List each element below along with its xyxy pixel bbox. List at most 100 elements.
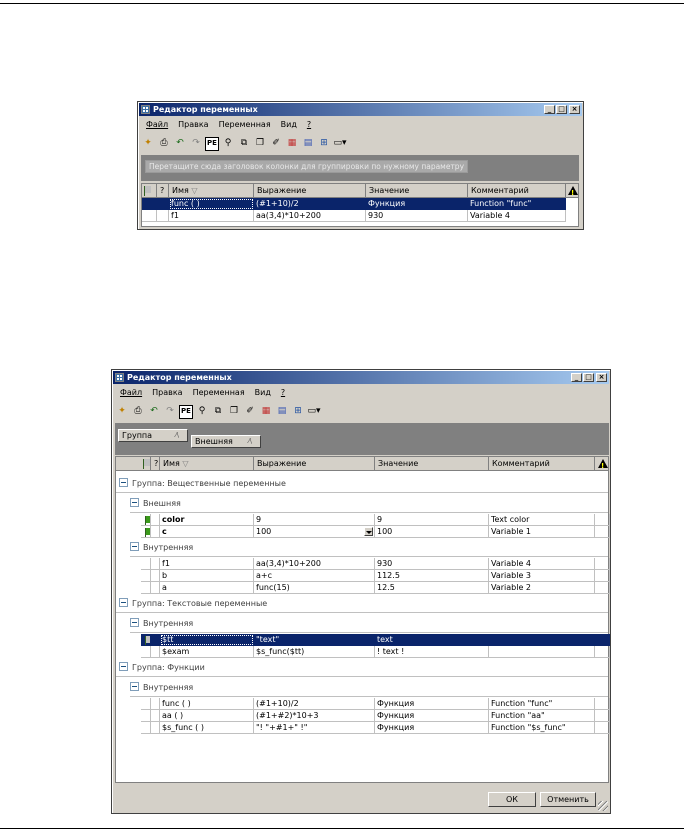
cell-name[interactable]: f1 xyxy=(160,558,254,570)
minimize-button[interactable]: _ xyxy=(571,373,582,382)
cell-flag[interactable] xyxy=(141,514,151,526)
cell-value[interactable]: 930 xyxy=(366,210,468,222)
cell-help[interactable] xyxy=(151,698,160,710)
grid-icon[interactable]: ▦ xyxy=(285,137,299,151)
cell-flag[interactable] xyxy=(141,646,151,658)
table-row[interactable]: f1 aa(3,4)*10+200 930 Variable 4 xyxy=(142,210,578,222)
cell-value[interactable]: ! text ! xyxy=(375,646,489,658)
subgroup-header[interactable]: Внешняя xyxy=(130,497,181,511)
column-header-comment[interactable]: Комментарий xyxy=(468,184,566,197)
cell-name[interactable]: f1 xyxy=(169,210,254,222)
flag-column-header[interactable] xyxy=(142,184,157,197)
tree-icon[interactable]: ▤ xyxy=(301,137,315,151)
properties-icon[interactable]: ✐ xyxy=(269,137,283,151)
undo-icon[interactable]: ↶ xyxy=(173,137,187,151)
column-header-comment[interactable]: Комментарий xyxy=(489,457,595,470)
cell-name[interactable]: aa ( ) xyxy=(160,710,254,722)
cell-name[interactable]: a xyxy=(160,582,254,594)
cell-expr[interactable]: 9 xyxy=(254,514,375,526)
cell-flag[interactable] xyxy=(141,526,151,538)
menu-help[interactable]: ? xyxy=(276,388,290,397)
column-header-name[interactable]: Имя ▽ xyxy=(169,184,254,197)
warning-column-header[interactable] xyxy=(566,184,580,197)
cell-value[interactable]: 930 xyxy=(375,558,489,570)
table-row[interactable]: func ( ) (#1+10)/2 Функция Function "func" xyxy=(142,198,578,210)
cell-comment[interactable]: Function "func" xyxy=(468,198,566,210)
cell-help[interactable] xyxy=(151,710,160,722)
find-icon[interactable]: ⚲ xyxy=(195,405,209,419)
menu-view[interactable]: Вид xyxy=(276,120,302,129)
cell-comment[interactable]: Variable 2 xyxy=(489,582,595,594)
table-row[interactable]: $s_func ( ) "! "+#1+" !" Функция Function "… xyxy=(116,722,610,734)
redo-icon[interactable]: ↷ xyxy=(189,137,203,151)
collapse-icon[interactable] xyxy=(130,498,139,507)
cell-comment[interactable]: Variable 4 xyxy=(468,210,566,222)
cell-expr[interactable]: "text" xyxy=(254,634,375,646)
menu-file[interactable]: Файл xyxy=(141,120,173,129)
cell-name[interactable]: $exam xyxy=(160,646,254,658)
column-header-expression[interactable]: Выражение xyxy=(254,457,375,470)
cell-flag[interactable] xyxy=(141,570,151,582)
table-row[interactable]: f1 aa(3,4)*10+200 930 Variable 4 xyxy=(116,558,610,570)
collapse-icon[interactable] xyxy=(119,478,128,487)
cell-name[interactable]: $s_func ( ) xyxy=(160,722,254,734)
cell-value[interactable]: Функция xyxy=(375,710,489,722)
cell-value[interactable]: 12.5 xyxy=(375,582,489,594)
paste-icon[interactable]: ❐ xyxy=(227,405,241,419)
cell-help[interactable] xyxy=(151,722,160,734)
cell-name[interactable]: $tt xyxy=(160,634,254,646)
cell-value[interactable]: 112.5 xyxy=(375,570,489,582)
group-chip-group[interactable]: Группа ⁄\ xyxy=(118,429,188,442)
cell-value[interactable]: 100 xyxy=(375,526,489,538)
group-header[interactable]: Группа: Вещественные переменные xyxy=(119,477,286,491)
cell-comment[interactable] xyxy=(489,634,595,646)
cell-expr[interactable]: aa(3,4)*10+200 xyxy=(254,558,375,570)
column-header-help[interactable]: ? xyxy=(151,457,160,470)
cell-help[interactable] xyxy=(151,514,160,526)
cell-comment[interactable]: Function "$s_func" xyxy=(489,722,595,734)
cell-help[interactable] xyxy=(151,526,160,538)
collapse-icon[interactable] xyxy=(130,618,139,627)
menu-edit[interactable]: Правка xyxy=(173,120,213,129)
close-button[interactable]: × xyxy=(596,373,607,382)
copy-icon[interactable]: ⧉ xyxy=(237,137,251,151)
cell-comment[interactable]: Function "aa" xyxy=(489,710,595,722)
cell-help[interactable] xyxy=(151,582,160,594)
subgroup-header[interactable]: Внутренняя xyxy=(130,681,193,695)
cell-name[interactable]: func ( ) xyxy=(160,698,254,710)
subgroup-header[interactable]: Внутренняя xyxy=(130,541,193,555)
properties-icon[interactable]: ✐ xyxy=(243,405,257,419)
menu-edit[interactable]: Правка xyxy=(147,388,187,397)
var-icon[interactable]: ⊞ xyxy=(291,405,305,419)
cell-flag[interactable] xyxy=(141,722,151,734)
cell-warning[interactable] xyxy=(595,722,610,734)
cell-flag[interactable] xyxy=(142,210,157,222)
pe-icon[interactable]: PE xyxy=(179,404,193,419)
group-by-area[interactable]: Перетащите сюда заголовок колонки для гр… xyxy=(141,155,579,181)
cell-flag[interactable] xyxy=(141,582,151,594)
cell-value[interactable]: 9 xyxy=(375,514,489,526)
table-row[interactable]: a func(15) 12.5 Variable 2 xyxy=(116,582,610,594)
view-icon[interactable]: ▭▾ xyxy=(307,405,321,419)
cell-help[interactable] xyxy=(151,570,160,582)
table-row[interactable]: c 100 100 Variable 1 xyxy=(116,526,610,538)
cell-name[interactable]: c xyxy=(160,526,254,538)
cell-warning[interactable] xyxy=(595,646,610,658)
table-row[interactable]: func ( ) (#1+10)/2 Функция Function "func" xyxy=(116,698,610,710)
cell-expr[interactable]: "! "+#1+" !" xyxy=(254,722,375,734)
cell-name[interactable]: func ( ) xyxy=(169,198,254,210)
column-header-help[interactable]: ? xyxy=(157,184,169,197)
cell-warning[interactable] xyxy=(595,634,610,646)
table-row[interactable]: color 9 9 Text color xyxy=(116,514,610,526)
cell-comment[interactable]: Variable 4 xyxy=(489,558,595,570)
cell-comment[interactable]: Variable 3 xyxy=(489,570,595,582)
menu-variable[interactable]: Переменная xyxy=(214,120,276,129)
find-icon[interactable]: ⚲ xyxy=(221,137,235,151)
maximize-button[interactable]: □ xyxy=(583,373,594,382)
cell-expr[interactable]: 100 xyxy=(254,526,375,538)
copy-icon[interactable]: ⧉ xyxy=(211,405,225,419)
new-var-icon[interactable]: ✦ xyxy=(115,405,129,419)
table-row[interactable]: $exam $s_func($tt) ! text ! xyxy=(116,646,610,658)
column-header-expression[interactable]: Выражение xyxy=(254,184,366,197)
cell-warning[interactable] xyxy=(595,514,610,526)
